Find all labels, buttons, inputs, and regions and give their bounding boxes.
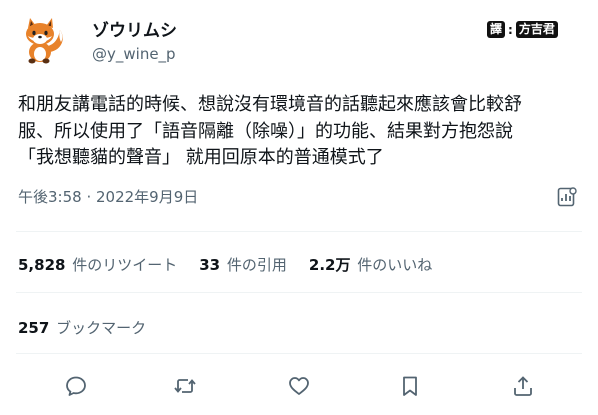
reply-button[interactable]	[58, 368, 94, 404]
tweet-timestamp[interactable]: 午後3:58 · 2022年9月9日	[18, 186, 198, 207]
like-button[interactable]	[281, 368, 317, 404]
likes-stat[interactable]: 2.2万 件のいいね	[309, 254, 432, 275]
watermark-label-2: 方吉君	[515, 21, 558, 38]
user-handle[interactable]: @y_wine_p	[92, 45, 176, 63]
retweets-count: 5,828	[18, 256, 66, 274]
translator-watermark: 譯 : 方吉君	[487, 21, 558, 38]
tweet-line-1: 和朋友講電話的時候、想說沒有環境音的話聽起來應該會比較舒	[18, 94, 522, 115]
tweet-actions	[0, 368, 598, 404]
share-button[interactable]	[505, 368, 541, 404]
tweet-text: 和朋友講電話的時候、想說沒有環境音的話聽起來應該會比較舒 服、所以使用了「語音隔…	[18, 92, 590, 172]
divider	[16, 231, 582, 232]
engagement-stats: 5,828 件のリツイート 33 件の引用 2.2万 件のいいね	[18, 254, 454, 275]
retweets-stat[interactable]: 5,828 件のリツイート	[18, 254, 177, 275]
likes-count: 2.2万	[308, 256, 351, 274]
watermark-separator-icon: :	[508, 22, 513, 37]
likes-label: 件のいいね	[357, 256, 433, 274]
tweet-header: ゾウリムシ @y_wine_p 譯 : 方吉君	[0, 0, 598, 80]
bookmark-button[interactable]	[392, 368, 428, 404]
avatar[interactable]	[16, 14, 68, 66]
display-name[interactable]: ゾウリムシ	[92, 16, 177, 41]
divider	[16, 292, 582, 293]
quotes-label: 件の引用	[226, 256, 287, 274]
divider	[16, 353, 582, 354]
fox-avatar-icon	[26, 18, 63, 64]
bookmarks-label: ブックマーク	[56, 319, 147, 337]
retweet-button[interactable]	[167, 368, 203, 404]
heart-icon	[289, 377, 309, 395]
tweet-line-2: 服、所以使用了「語音隔離（除噪）」的功能、結果對方抱怨說	[18, 120, 513, 142]
quotes-stat[interactable]: 33 件の引用	[199, 254, 287, 275]
watermark-label-1: 譯	[487, 21, 506, 38]
bookmarks-stat[interactable]: 257 ブックマーク	[18, 317, 146, 338]
bookmark-icon	[403, 376, 417, 396]
tweet-line-3: 「我想聽貓的聲音」 就用回原本的普通模式了	[18, 147, 384, 168]
retweets-label: 件のリツイート	[72, 256, 178, 274]
quotes-count: 33	[199, 256, 221, 274]
retweet-icon	[174, 379, 196, 393]
reply-icon	[66, 376, 86, 396]
bookmarks-count: 257	[18, 319, 50, 337]
share-icon	[514, 376, 532, 396]
analytics-icon[interactable]	[556, 186, 578, 208]
